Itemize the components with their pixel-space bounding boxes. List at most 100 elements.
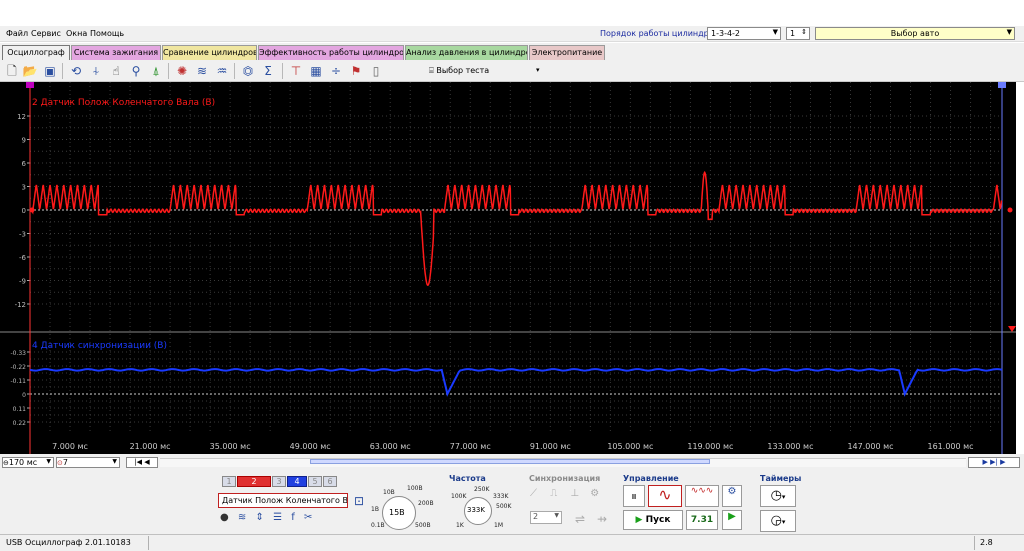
timer-icon: ◶ (770, 513, 782, 528)
control-panel: ⊖170 мс ▼ ⊙7 ▼ |◀ ◀ ▶ ▶| ▶ 1 2 3 4 5 6 Дат… (0, 454, 1024, 534)
pause-button[interactable]: ⏸ (623, 485, 645, 507)
scroll-start-buttons[interactable]: |◀ ◀ (126, 457, 158, 468)
sync-pretrigger-icon[interactable]: ⇸ (594, 511, 610, 527)
flag-icon[interactable]: ⚑ (348, 63, 364, 79)
ch2-zero-marker[interactable] (29, 207, 35, 213)
scroll-end-buttons[interactable]: ▶ ▶| ▶ (968, 457, 1020, 468)
time-tick-label: 133.000 мс (767, 442, 813, 451)
marker-icon[interactable]: ⍋ (148, 63, 164, 79)
tab-oscilloscope[interactable]: Осциллограф (2, 45, 70, 60)
overlay-icon[interactable]: ♒ (214, 63, 230, 79)
menu-help[interactable]: Помощь (90, 29, 124, 38)
trigger-icon[interactable]: ⊤ (288, 63, 304, 79)
pause-icon: ⏸ (630, 489, 637, 503)
page-icon[interactable]: ▯ (368, 63, 384, 79)
channel-4-button[interactable]: 4 (287, 476, 307, 487)
time-axis: 7.000 мс 21.000 мс 35.000 мс 49.000 мс 63.00… (52, 442, 973, 451)
measure-icon[interactable]: ⏣ (240, 63, 256, 79)
offset-icon[interactable]: ⇕ (256, 512, 264, 523)
ch2-tick-label: -9 (19, 278, 26, 286)
grid (29, 82, 1002, 434)
ch2-scroll-arrow[interactable] (1008, 326, 1016, 332)
time-tick-label: 21.000 мс (130, 442, 171, 451)
pulse-icon[interactable]: ⊥ (570, 488, 579, 499)
start-button[interactable]: ▶ Пуск (623, 510, 683, 530)
ch2-trace (29, 170, 1003, 287)
status-app-version: USB Осциллограф 2.01.10183 (6, 538, 131, 547)
menu-windows[interactable]: Окна (66, 29, 87, 38)
frequency-value: 333K (467, 506, 485, 514)
menu-file[interactable]: Файл (6, 29, 28, 38)
menu-service[interactable]: Сервис (31, 29, 61, 38)
timer-2-button[interactable]: ◶▾ (760, 510, 796, 532)
probe-icon[interactable]: ● (220, 512, 229, 523)
time-tick-label: 77.000 мс (450, 442, 491, 451)
invert-icon[interactable]: ≋ (238, 512, 246, 523)
tab-cylinder-compare[interactable]: Сравнение цилиндров (162, 45, 257, 60)
tab-power[interactable]: Электропитание (529, 45, 605, 60)
sync-settings-icon[interactable]: ⚙ (590, 488, 599, 499)
first-icon: |◀ (134, 458, 143, 466)
open-folder-icon[interactable]: 📂 (22, 63, 38, 79)
scale-select[interactable]: ⊙7 ▼ (56, 457, 120, 468)
cursor-1-marker[interactable] (26, 82, 34, 88)
cursor-2-marker[interactable] (998, 82, 1006, 88)
timer-1-button[interactable]: ◷▾ (760, 485, 796, 507)
tab-pressure-analysis[interactable]: Анализ давления в цилиндре (405, 45, 528, 60)
cylinder-order-select[interactable]: 1-3-4-2 ▼ (707, 27, 781, 40)
tools-icon[interactable]: ✂ (304, 512, 312, 523)
signal-mode-button[interactable]: ∿ (648, 485, 682, 507)
ch4-tick-label: -0.11 (10, 378, 26, 385)
new-file-icon[interactable]: 🗋 (4, 63, 20, 79)
channel-6-button[interactable]: 6 (323, 476, 337, 487)
oscilloscope-display[interactable]: 12 9 6 3 0 -3 -6 -9 -12 -0.33 -0.22 -0.11 0 0.11 0.22… (0, 82, 1016, 454)
zoom-fit-icon[interactable]: ⟲ (68, 63, 84, 79)
tab-cylinder-efficiency[interactable]: Эффективность работы цилиндров (258, 45, 404, 60)
ch2-zero-marker-right[interactable] (1007, 207, 1013, 213)
chevron-down-icon: ▼ (1006, 28, 1012, 36)
channel-3-button[interactable]: 3 (272, 476, 286, 487)
ch2-tick-label: -3 (19, 231, 26, 239)
function-icon[interactable]: f (291, 512, 295, 523)
scrollbar-thumb[interactable] (310, 459, 710, 464)
channel-2-button[interactable]: 2 (237, 476, 271, 487)
grid-icon[interactable]: ▦ (308, 63, 324, 79)
hand-pan-icon[interactable]: ☝ (108, 63, 124, 79)
sync-channel-select[interactable]: 2 ▼ (530, 511, 562, 524)
sigma-icon[interactable]: Σ (260, 63, 276, 79)
wave-icon[interactable]: ≋ (194, 63, 210, 79)
ch2-y-axis: 12 9 6 3 0 -3 -6 -9 -12 (15, 113, 30, 309)
prev-icon: ◀ (144, 458, 150, 466)
falling-edge-icon[interactable]: ⎍ (550, 488, 557, 499)
time-tick-label: 147.000 мс (847, 442, 893, 451)
divide-icon[interactable]: ÷ (328, 63, 344, 79)
save-icon[interactable]: ▣ (42, 63, 58, 79)
tab-ignition[interactable]: Система зажигания (71, 45, 161, 60)
channel-save-icon[interactable]: ⊡ (351, 493, 367, 509)
toolbar-separator (234, 63, 235, 79)
zoom-icon[interactable]: ⚲ (128, 63, 144, 79)
lines-icon[interactable]: ☰ (273, 512, 282, 523)
cylinder-number-spinner[interactable]: 1 ⇕ (786, 27, 810, 40)
channel-5-button[interactable]: 5 (308, 476, 322, 487)
frequency-title: Частота (449, 474, 486, 483)
voltage-dial[interactable]: 15В (382, 496, 416, 530)
mode-button[interactable]: ∿∿∿ (685, 485, 719, 507)
sync-level-icon[interactable]: ⇌ (572, 511, 588, 527)
auto-settings-button[interactable]: ⚙ (722, 485, 742, 507)
frequency-dial[interactable]: 333K (464, 497, 492, 525)
channel-name-field[interactable]: Датчик Полож Коленчатого Ва ··· (218, 493, 348, 508)
test-select[interactable]: ⌸ Выбор теста ▾ (429, 63, 549, 79)
auto-select[interactable]: Выбор авто ▼ (815, 27, 1015, 40)
ch4-tick-label: -0.33 (10, 350, 26, 357)
horizontal-scrollbar[interactable] (160, 458, 966, 467)
auto-start-button[interactable]: ▶ (722, 510, 742, 530)
cursor-icon[interactable]: ⍭ (88, 63, 104, 79)
rising-edge-icon[interactable]: ⟋ (530, 488, 537, 499)
channel-1-button[interactable]: 1 (222, 476, 236, 487)
chevron-down-icon: ▼ (46, 458, 51, 465)
filter-icon[interactable]: ✺ (174, 63, 190, 79)
start-label: Пуск (645, 515, 671, 525)
timebase-select[interactable]: ⊖170 мс ▼ (2, 457, 54, 468)
voltage-mark: 0.1В (371, 522, 385, 529)
